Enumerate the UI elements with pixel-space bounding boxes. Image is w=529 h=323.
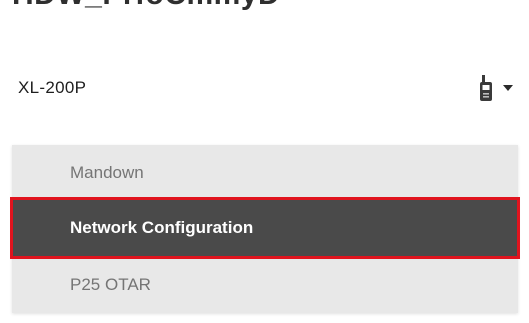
dropdown-menu: Mandown Network Configuration P25 OTAR: [10, 145, 520, 313]
menu-item-p25-otar[interactable]: P25 OTAR: [12, 257, 518, 313]
menu-item-mandown[interactable]: Mandown: [12, 145, 518, 201]
menu-item-label: P25 OTAR: [70, 275, 151, 294]
menu-item-label: Mandown: [70, 163, 144, 182]
chevron-down-icon[interactable]: [503, 85, 513, 91]
menu-item-network-configuration[interactable]: Network Configuration: [10, 197, 520, 259]
page-title: HDW_PrfoCmmyD: [12, 0, 280, 12]
device-select-controls: [479, 75, 513, 101]
menu-item-label: Network Configuration: [70, 218, 254, 237]
radio-icon: [479, 75, 493, 101]
device-select-value: XL-200P: [18, 78, 87, 97]
device-select-dropdown[interactable]: XL-200P: [0, 52, 529, 124]
